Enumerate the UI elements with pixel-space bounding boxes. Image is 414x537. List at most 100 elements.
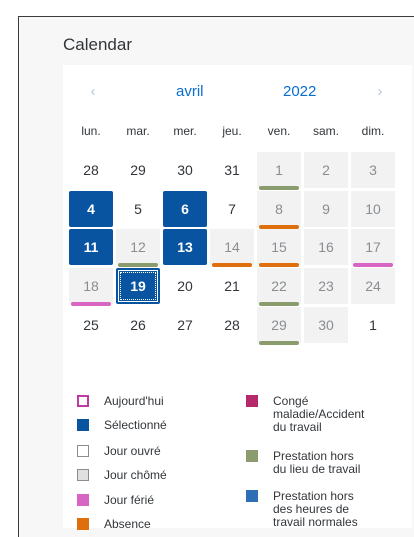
legend-swatch-holiday <box>77 494 89 506</box>
legend-label: Aujourd'hui <box>104 394 164 408</box>
calendar-card: ‹ avril 2022 › lun. mar. mer. jeu. ven. sam. d… <box>63 65 412 531</box>
legend-label: travail normales <box>273 515 358 529</box>
calendar-day[interactable]: 8 <box>257 191 301 229</box>
legend-swatch-absence <box>77 518 89 530</box>
day-number: 30 <box>318 317 334 333</box>
legend-label: Jour chômé <box>104 468 167 482</box>
weekday-label: lun. <box>81 124 101 138</box>
calendar-day[interactable]: 4 <box>69 191 113 227</box>
calendar-day[interactable]: 31 <box>210 152 254 188</box>
chevron-right-icon[interactable]: › <box>370 83 390 101</box>
legend-swatch-outside_hours <box>246 490 258 502</box>
calendar-day[interactable]: 2 <box>304 152 348 188</box>
year-selector[interactable]: 2022 <box>283 83 316 100</box>
legend-swatch-nonwork <box>77 469 89 481</box>
day-number: 1 <box>369 317 377 333</box>
day-marker-absence <box>259 263 299 267</box>
legend-label: Congé <box>273 394 309 408</box>
legend-label: Jour férié <box>104 493 155 507</box>
day-number: 12 <box>130 239 146 255</box>
chevron-left-icon[interactable]: ‹ <box>83 83 103 101</box>
calendar-day[interactable]: 10 <box>351 191 395 227</box>
legend-label: Prestation hors <box>273 449 354 463</box>
legend-label: Absence <box>104 517 151 531</box>
weekday-label: ven. <box>267 124 291 138</box>
calendar-day[interactable]: 25 <box>69 307 113 343</box>
legend-label: Jour ouvré <box>104 444 161 458</box>
day-number: 19 <box>130 278 146 294</box>
calendar-day[interactable]: 13 <box>163 229 207 265</box>
day-number: 10 <box>365 201 381 217</box>
calendar-day[interactable]: 9 <box>304 191 348 227</box>
day-marker-absence <box>212 263 252 267</box>
calendar-day[interactable]: 22 <box>257 268 301 306</box>
day-marker-offsite <box>259 186 299 190</box>
calendar-panel: Calendar ‹ avril 2022 › lun. mar. mer. jeu.… <box>18 16 414 537</box>
calendar-day[interactable]: 11 <box>69 229 113 265</box>
calendar-day[interactable]: 28 <box>69 152 113 188</box>
day-number: 15 <box>271 239 287 255</box>
calendar-day[interactable]: 14 <box>210 229 254 267</box>
day-number: 9 <box>322 201 330 217</box>
calendar-day[interactable]: 29 <box>257 307 301 345</box>
page-title: Calendar <box>63 35 132 54</box>
calendar-day[interactable]: 16 <box>304 229 348 265</box>
day-number: 2 <box>322 162 330 178</box>
calendar-day[interactable]: 30 <box>304 307 348 343</box>
day-number: 14 <box>224 239 240 255</box>
day-number: 3 <box>369 162 377 178</box>
month-selector[interactable]: avril <box>176 83 204 100</box>
day-number: 5 <box>134 201 142 217</box>
day-number: 23 <box>318 278 334 294</box>
day-number: 7 <box>228 201 236 217</box>
legend-label: du travail <box>273 420 322 434</box>
day-number: 16 <box>318 239 334 255</box>
calendar-day[interactable]: 7 <box>210 191 254 227</box>
calendar-day[interactable]: 17 <box>351 229 395 267</box>
day-number: 1 <box>275 162 283 178</box>
calendar-day[interactable]: 27 <box>163 307 207 343</box>
calendar-day[interactable]: 3 <box>351 152 395 188</box>
calendar-day[interactable]: 23 <box>304 268 348 304</box>
day-number: 13 <box>177 239 193 255</box>
legend-label: maladie/Accident <box>273 407 365 421</box>
day-number: 6 <box>181 201 189 217</box>
calendar-day[interactable]: 18 <box>69 268 113 306</box>
weekday-label: dim. <box>361 124 385 138</box>
calendar-day[interactable]: 19 <box>116 268 160 304</box>
day-marker-holiday <box>353 263 393 267</box>
day-number: 18 <box>83 278 99 294</box>
day-number: 26 <box>130 317 146 333</box>
legend-label: du lieu de travail <box>273 462 361 476</box>
calendar-day[interactable]: 26 <box>116 307 160 343</box>
calendar-day[interactable]: 15 <box>257 229 301 267</box>
legend-swatch-work <box>77 445 89 457</box>
day-number: 22 <box>271 278 287 294</box>
calendar-day[interactable]: 20 <box>163 268 207 304</box>
calendar-day[interactable]: 24 <box>351 268 395 304</box>
day-number: 27 <box>177 317 193 333</box>
calendar-day[interactable]: 29 <box>116 152 160 188</box>
legend-swatch-today <box>77 395 89 407</box>
calendar-day[interactable]: 6 <box>163 191 207 227</box>
calendar-day[interactable]: 28 <box>210 307 254 343</box>
legend-swatch-sick <box>246 395 258 407</box>
calendar-day[interactable]: 12 <box>116 229 160 267</box>
calendar-day[interactable]: 1 <box>257 152 301 190</box>
day-marker-holiday <box>71 302 111 306</box>
day-number: 21 <box>224 278 240 294</box>
day-number: 31 <box>224 162 240 178</box>
calendar-day[interactable]: 21 <box>210 268 254 304</box>
day-marker-offsite <box>259 341 299 345</box>
calendar-day[interactable]: 30 <box>163 152 207 188</box>
day-number: 20 <box>177 278 193 294</box>
legend-label: des heures de <box>273 502 350 516</box>
day-marker-offsite <box>118 263 158 267</box>
calendar-day[interactable]: 5 <box>116 191 160 227</box>
weekday-label: mer. <box>173 124 197 138</box>
day-number: 30 <box>177 162 193 178</box>
day-number: 11 <box>83 239 99 255</box>
calendar-day[interactable]: 1 <box>351 307 395 343</box>
day-number: 8 <box>275 201 283 217</box>
day-number: 25 <box>83 317 99 333</box>
